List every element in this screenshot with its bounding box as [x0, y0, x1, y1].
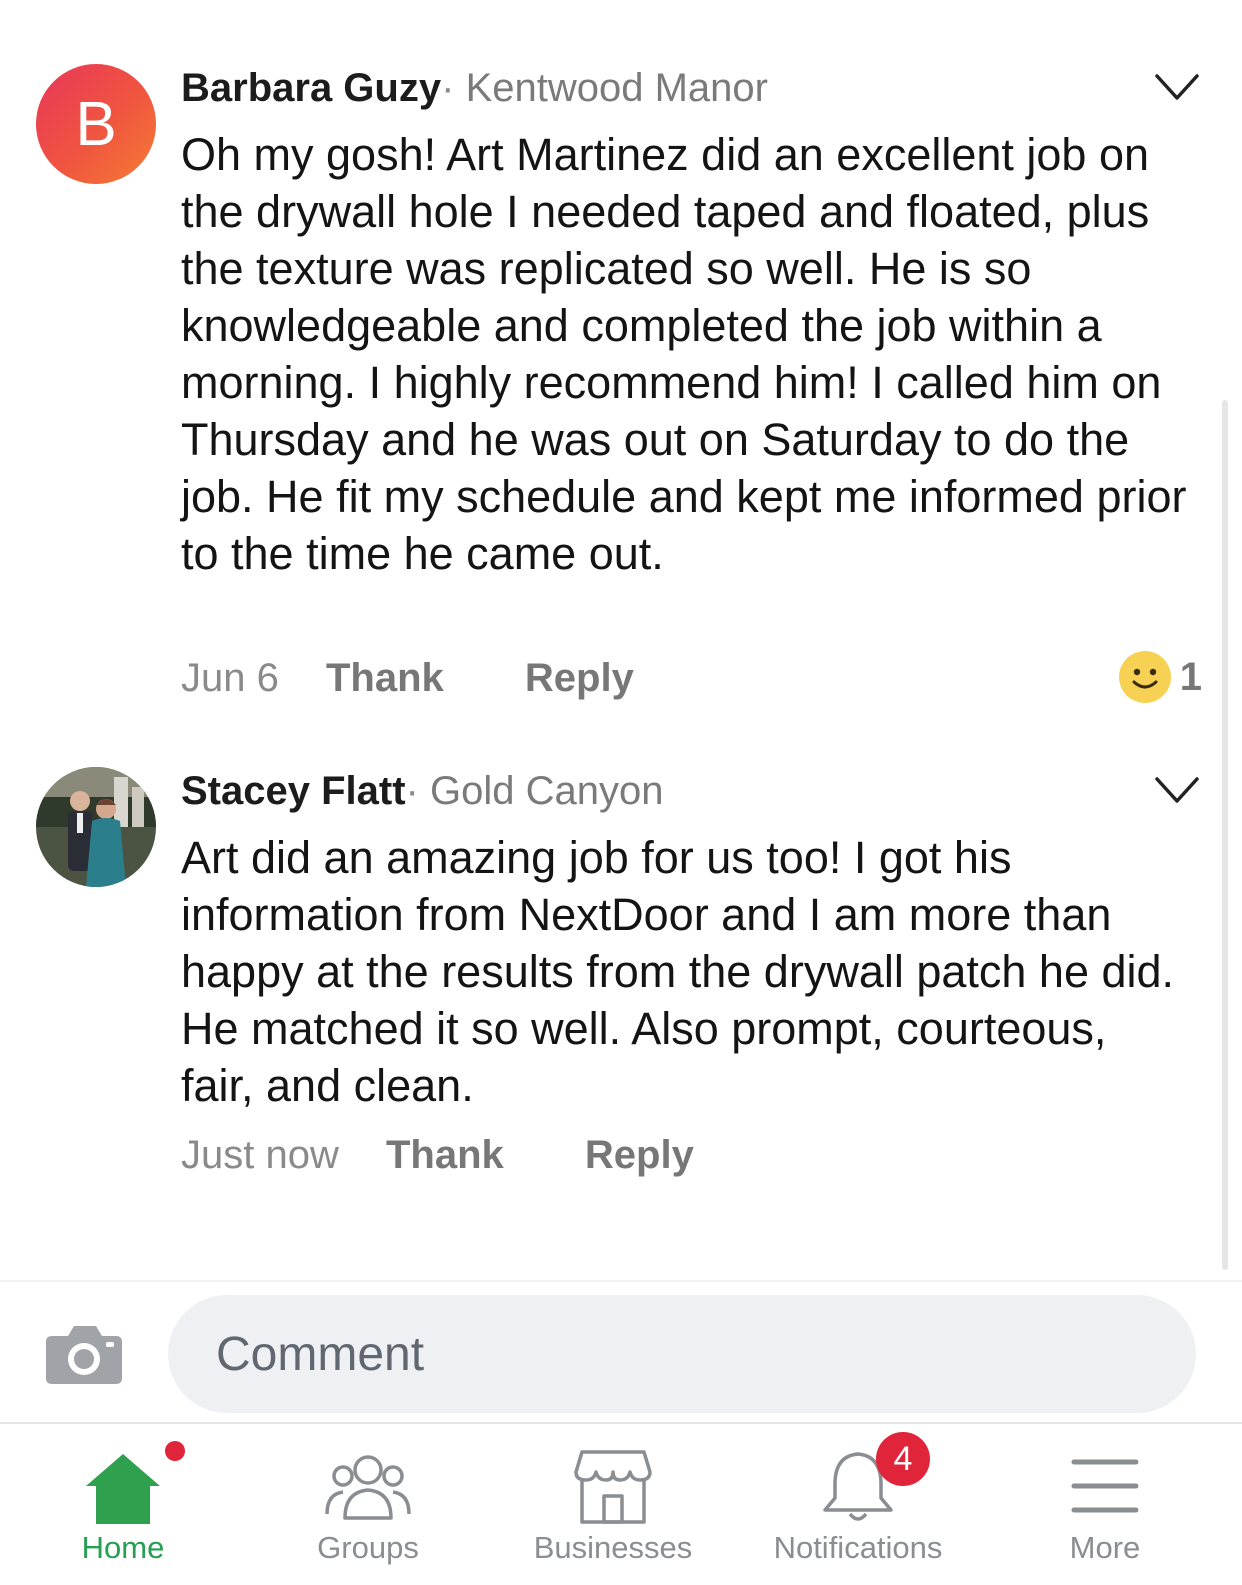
avatar-letter: B	[75, 89, 117, 159]
tab-notifications[interactable]: 4 Notifications	[758, 1424, 958, 1585]
avatar[interactable]	[36, 767, 156, 887]
bottom-tab-bar: Home Groups Businesses 4 Notifications M…	[0, 1422, 1242, 1585]
comment-composer	[0, 1280, 1242, 1420]
camera-icon[interactable]	[44, 1322, 124, 1386]
comment-meta: Jun 6 Thank Reply	[181, 656, 634, 701]
comment-header: Barbara Guzy· Kentwood Manor	[181, 66, 768, 111]
home-icon	[86, 1454, 160, 1524]
unread-dot	[165, 1441, 185, 1461]
timestamp: Just now	[181, 1133, 339, 1177]
neighborhood-label[interactable]: Kentwood Manor	[466, 66, 768, 110]
groups-icon	[325, 1455, 411, 1520]
tab-label: Groups	[317, 1530, 419, 1565]
thank-button[interactable]: Thank	[386, 1133, 504, 1178]
reaction-count: 1	[1179, 654, 1202, 699]
scrollbar[interactable]	[1222, 400, 1228, 1270]
comment-input[interactable]	[168, 1295, 1196, 1413]
thank-button[interactable]: Thank	[326, 656, 444, 701]
comment-meta: Just now Thank Reply	[181, 1133, 694, 1178]
author-name[interactable]: Barbara Guzy	[181, 66, 441, 110]
storefront-icon	[574, 1450, 652, 1524]
chevron-down-icon[interactable]	[1154, 72, 1200, 102]
tab-label: Notifications	[773, 1530, 943, 1565]
reply-button[interactable]: Reply	[525, 656, 634, 701]
chevron-down-icon[interactable]	[1154, 775, 1200, 805]
tab-more[interactable]: More	[1005, 1424, 1205, 1585]
comment-body: Art did an amazing job for us too! I got…	[181, 832, 1175, 1111]
tab-label: More	[1069, 1530, 1141, 1565]
notifications-badge: 4	[876, 1432, 930, 1486]
smiley-reaction-icon	[1118, 651, 1171, 703]
tab-label: Home	[81, 1530, 165, 1565]
avatar[interactable]: B	[36, 64, 156, 184]
timestamp: Jun 6	[181, 656, 279, 700]
neighborhood-label[interactable]: Gold Canyon	[430, 769, 663, 813]
tab-label: Businesses	[533, 1530, 693, 1565]
tab-home[interactable]: Home	[23, 1424, 223, 1585]
reaction-summary[interactable]: 1	[1118, 650, 1202, 704]
tab-businesses[interactable]: Businesses	[513, 1424, 713, 1585]
tab-groups[interactable]: Groups	[268, 1424, 468, 1585]
menu-icon	[1071, 1459, 1139, 1513]
profile-photo	[36, 767, 156, 887]
comment-body: Oh my gosh! Art Martinez did an excellen…	[181, 129, 1187, 579]
separator: ·	[405, 769, 419, 813]
comment-header: Stacey Flatt· Gold Canyon	[181, 769, 663, 814]
reply-button[interactable]: Reply	[585, 1133, 694, 1178]
author-name[interactable]: Stacey Flatt	[181, 769, 406, 813]
separator: ·	[441, 66, 455, 110]
